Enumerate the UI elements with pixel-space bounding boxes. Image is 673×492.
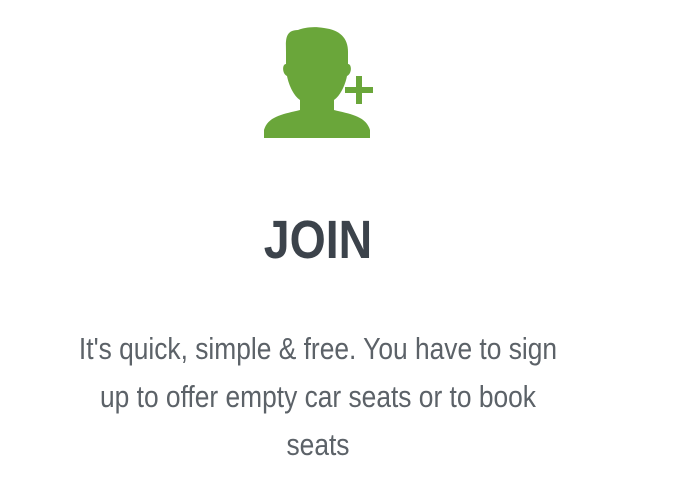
join-card: JOIN It's quick, simple & free. You have… [0, 0, 673, 492]
description-line: up to offer empty car seats or to book [100, 379, 536, 414]
description-line: seats [286, 427, 350, 462]
description-line: It's quick, simple & free. You have to s… [78, 331, 558, 366]
join-description: It's quick, simple & free. You have to s… [48, 325, 589, 469]
add-user-icon [262, 26, 378, 138]
join-title: JOIN [263, 210, 373, 270]
